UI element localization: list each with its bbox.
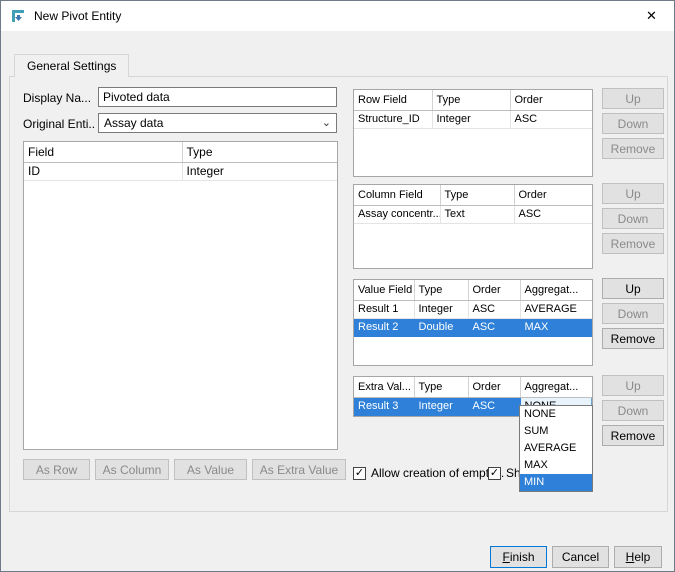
col-header[interactable]: Order (510, 90, 592, 110)
allow-empty-checkbox[interactable]: ✓ Allow creation of empty... (353, 466, 504, 480)
col-header[interactable]: Aggregat... (520, 377, 592, 397)
cell: Text (440, 205, 514, 223)
cell: Result 3 (354, 397, 414, 415)
col-header[interactable]: Row Field (354, 90, 432, 110)
col-header[interactable]: Value Field (354, 280, 414, 300)
table-row-selected[interactable]: Result 2 Double ASC MAX (354, 318, 592, 336)
new-pivot-entity-dialog: New Pivot Entity ✕ General Settings Disp… (0, 0, 675, 572)
fields-table: Field Type ID Integer (23, 141, 338, 450)
col-header[interactable]: Extra Val... (354, 377, 414, 397)
table-header-row: Extra Val... Type Order Aggregat... (354, 377, 592, 397)
col-header[interactable]: Order (514, 185, 592, 205)
column-field-table: Column Field Type Order Assay concentr..… (353, 184, 593, 269)
dropdown-option-none[interactable]: NONE (520, 406, 592, 423)
cell: Integer (432, 110, 510, 128)
finish-button[interactable]: Finish (490, 546, 547, 568)
table-header-row: Column Field Type Order (354, 185, 592, 205)
cell: Integer (414, 300, 468, 318)
cell: Structure_ID (354, 110, 432, 128)
col-header[interactable]: Type (414, 280, 468, 300)
table-header-row: Field Type (24, 142, 337, 162)
col-header[interactable]: Order (468, 280, 520, 300)
row-field-remove-button: Remove (602, 138, 664, 159)
value-field-down-button: Down (602, 303, 664, 324)
value-field-up-button[interactable]: Up (602, 278, 664, 299)
checkbox-checked-icon: ✓ (488, 467, 501, 480)
dropdown-option-max[interactable]: MAX (520, 457, 592, 474)
col-header-field[interactable]: Field (24, 142, 182, 162)
as-value-button: As Value (174, 459, 247, 480)
cell-type: Integer (182, 162, 337, 180)
pivot-entity-icon (10, 8, 26, 24)
display-name-input[interactable] (98, 87, 337, 107)
column-field-remove-button: Remove (602, 233, 664, 254)
column-field-down-button: Down (602, 208, 664, 229)
dropdown-option-sum[interactable]: SUM (520, 423, 592, 440)
table-row[interactable]: Result 1 Integer ASC AVERAGE (354, 300, 592, 318)
extra-value-down-button: Down (602, 400, 664, 421)
row-field-up-button: Up (602, 88, 664, 109)
cancel-button[interactable]: Cancel (552, 546, 609, 568)
cell: Integer (414, 397, 468, 415)
value-field-remove-button[interactable]: Remove (602, 328, 664, 349)
table-header-row: Row Field Type Order (354, 90, 592, 110)
table-header-row: Value Field Type Order Aggregat... (354, 280, 592, 300)
checkbox-checked-icon: ✓ (353, 467, 366, 480)
col-header[interactable]: Order (468, 377, 520, 397)
cell: ASC (468, 397, 520, 415)
cell: ASC (510, 110, 592, 128)
table-row[interactable]: Assay concentr... Text ASC (354, 205, 592, 223)
table-row[interactable]: ID Integer (24, 162, 337, 180)
dropdown-option-min[interactable]: MIN (520, 474, 592, 491)
row-field-table: Row Field Type Order Structure_ID Intege… (353, 89, 593, 177)
cell: Double (414, 318, 468, 336)
cell-field: ID (24, 162, 182, 180)
aggregation-dropdown-list: NONE SUM AVERAGE MAX MIN (519, 405, 593, 492)
cell: Result 2 (354, 318, 414, 336)
table-row[interactable]: Structure_ID Integer ASC (354, 110, 592, 128)
chevron-down-icon: ⌄ (322, 118, 331, 129)
cell: MAX (520, 318, 592, 336)
col-header[interactable]: Column Field (354, 185, 440, 205)
tab-general-settings[interactable]: General Settings (14, 54, 129, 77)
cell: ASC (514, 205, 592, 223)
cell: ASC (468, 300, 520, 318)
window-title: New Pivot Entity (34, 9, 121, 23)
extra-value-remove-button[interactable]: Remove (602, 425, 664, 446)
col-header[interactable]: Type (440, 185, 514, 205)
cell: AVERAGE (520, 300, 592, 318)
as-column-button: As Column (95, 459, 169, 480)
allow-empty-label: Allow creation of empty... (371, 466, 504, 480)
as-extra-value-button: As Extra Value (252, 459, 346, 480)
col-header[interactable]: Type (432, 90, 510, 110)
col-header[interactable]: Type (414, 377, 468, 397)
cell: Result 1 (354, 300, 414, 318)
cell: Assay concentr... (354, 205, 440, 223)
original-entity-select[interactable]: Assay data ⌄ (98, 113, 337, 133)
dropdown-option-average[interactable]: AVERAGE (520, 440, 592, 457)
col-header[interactable]: Aggregat... (520, 280, 592, 300)
original-entity-label: Original Enti... (23, 117, 95, 131)
help-button[interactable]: Help (614, 546, 662, 568)
close-icon[interactable]: ✕ (629, 1, 674, 30)
cell: ASC (468, 318, 520, 336)
original-entity-value: Assay data (104, 116, 163, 130)
column-field-up-button: Up (602, 183, 664, 204)
row-field-down-button: Down (602, 113, 664, 134)
as-row-button: As Row (23, 459, 90, 480)
value-field-table: Value Field Type Order Aggregat... Resul… (353, 279, 593, 366)
col-header-type[interactable]: Type (182, 142, 337, 162)
extra-value-up-button: Up (602, 375, 664, 396)
titlebar: New Pivot Entity ✕ (1, 1, 674, 31)
display-name-label: Display Na... (23, 91, 95, 105)
